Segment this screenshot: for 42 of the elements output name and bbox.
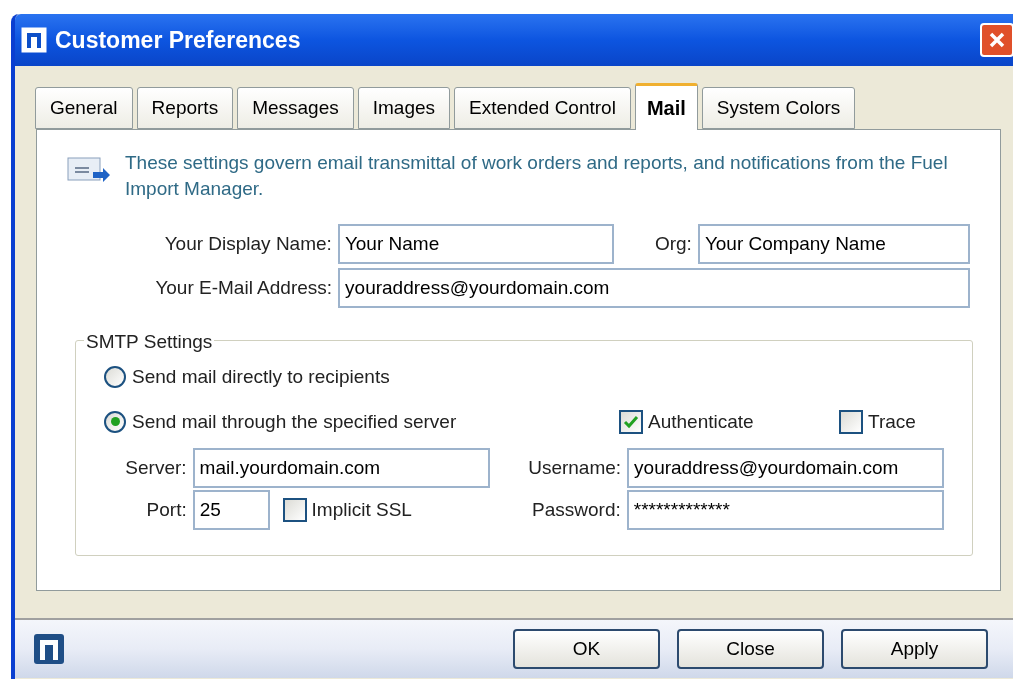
password-field[interactable]: ************* <box>626 490 944 530</box>
close-icon <box>988 31 1006 49</box>
port-field[interactable]: 25 <box>192 490 270 530</box>
radio-label: Send mail through the specified server <box>132 409 458 434</box>
tab[interactable]: General <box>35 87 133 129</box>
checkbox[interactable] <box>282 498 307 522</box>
field-label: Server: <box>124 455 188 480</box>
tab[interactable]: Extended Control <box>454 87 631 129</box>
app-logo-icon <box>21 27 47 53</box>
checkbox-label: Trace <box>868 409 916 434</box>
radio-button[interactable] <box>104 366 126 389</box>
tab[interactable]: Reports <box>136 87 234 129</box>
app-logo-icon <box>33 633 65 665</box>
radio-label: Send mail directly to recipients <box>132 365 390 389</box>
checkbox-label: Authenticate <box>648 409 755 434</box>
tab[interactable]: Mail <box>634 83 698 130</box>
window-title: Customer Preferences <box>55 25 301 55</box>
org-field[interactable]: Your Company Name <box>697 224 970 264</box>
checkbox[interactable] <box>619 409 643 434</box>
field-label: Password: <box>531 497 622 522</box>
dialog-button[interactable]: OK <box>513 629 660 669</box>
email-field[interactable]: youraddress@yourdomain.com <box>338 268 970 308</box>
field-label: Username: <box>527 455 623 480</box>
tab[interactable]: Images <box>357 87 451 129</box>
dialog-button[interactable]: Apply <box>841 629 988 669</box>
field-label: Your Display Name: <box>163 231 333 256</box>
check-icon <box>623 414 639 429</box>
dialog-button[interactable]: Close <box>677 629 824 669</box>
server-field[interactable]: mail.yourdomain.com <box>192 448 490 488</box>
envelope-icon <box>67 156 111 184</box>
radio-button[interactable] <box>104 410 126 433</box>
intro-text: These settings govern email transmittal of work orders and reports, and notifications from the Fuel Import Manager. <box>125 151 949 201</box>
tab[interactable]: System Colors <box>701 87 856 129</box>
field-label: Org: <box>653 231 693 256</box>
checkbox[interactable] <box>839 409 863 434</box>
field-label: Port: <box>145 497 188 522</box>
display-name-field[interactable]: Your Name <box>337 224 614 264</box>
username-field[interactable]: youraddress@yourdomain.com <box>627 448 944 488</box>
close-button[interactable] <box>980 23 1013 57</box>
field-label: Your E-Mail Address: <box>154 275 334 300</box>
tab[interactable]: Messages <box>237 87 354 129</box>
checkbox-label: Implicit SSL <box>311 497 413 522</box>
